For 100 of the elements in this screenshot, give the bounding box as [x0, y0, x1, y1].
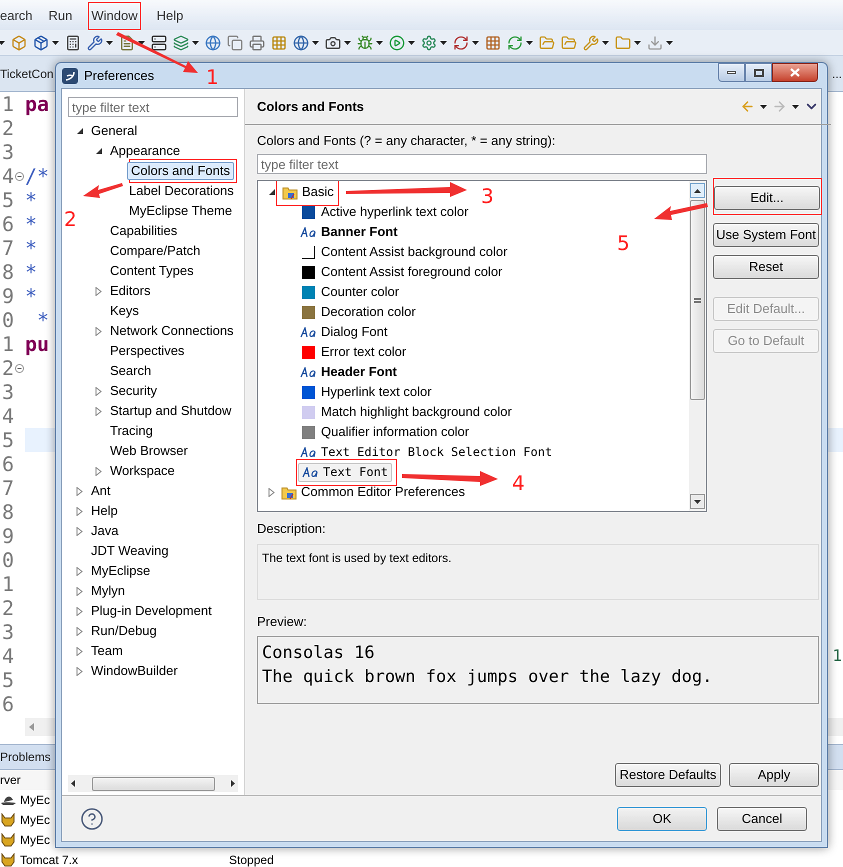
collapsed-arrow-icon[interactable]: [76, 626, 83, 636]
collapsed-arrow-icon[interactable]: [95, 406, 102, 416]
bug-icon[interactable]: [357, 34, 373, 50]
caret-icon[interactable]: [526, 40, 533, 44]
calculator-icon[interactable]: [65, 34, 81, 50]
tree-item[interactable]: Appearance: [110, 143, 180, 159]
collapsed-arrow-icon[interactable]: [76, 526, 83, 536]
collapsed-arrow-icon[interactable]: [76, 566, 83, 576]
tree-item[interactable]: Counter color: [300, 282, 400, 302]
dialog-button[interactable]: Use System Font: [713, 223, 819, 247]
tree-item[interactable]: Basic: [281, 182, 334, 202]
caret-icon[interactable]: [0, 40, 5, 44]
maximize-button[interactable]: [745, 63, 772, 82]
collapsed-arrow-icon[interactable]: [268, 488, 275, 496]
fold-icon[interactable]: [15, 172, 24, 180]
caret-icon[interactable]: [602, 40, 609, 44]
globe-icon[interactable]: [205, 34, 221, 50]
caret-icon[interactable]: [376, 40, 383, 44]
dialog-button[interactable]: Reset: [713, 255, 819, 279]
tree-item[interactable]: Perspectives: [110, 343, 184, 359]
tree-item[interactable]: Run/Debug: [91, 623, 157, 639]
tree-item[interactable]: Capabilities: [110, 223, 178, 239]
down-arrow-icon[interactable]: [694, 500, 701, 504]
tree-item[interactable]: Hyperlink text color: [300, 382, 432, 402]
caret-icon[interactable]: [52, 40, 59, 44]
tree-item[interactable]: MyEclipse: [91, 563, 150, 579]
expanded-arrow-icon[interactable]: [95, 147, 103, 155]
menu-item[interactable]: Run: [48, 6, 72, 26]
tree-item[interactable]: Java: [91, 523, 118, 539]
caret-icon[interactable]: [666, 40, 673, 44]
scroll-right-icon[interactable]: [231, 780, 235, 787]
printer-icon[interactable]: [249, 34, 265, 50]
tree-item[interactable]: Colors and Fonts: [127, 162, 234, 180]
collapsed-arrow-icon[interactable]: [95, 386, 102, 396]
caret-icon[interactable]: [792, 104, 799, 108]
caret-icon[interactable]: [760, 104, 767, 108]
collapsed-arrow-icon[interactable]: [95, 466, 102, 476]
expanded-arrow-icon[interactable]: [76, 127, 84, 135]
server-icon[interactable]: [151, 34, 167, 50]
tree-item[interactable]: Dialog Font: [300, 322, 388, 342]
package-icon[interactable]: [33, 34, 49, 50]
caret-icon[interactable]: [472, 40, 479, 44]
collapsed-arrow-icon[interactable]: [76, 506, 83, 516]
collapsed-arrow-icon[interactable]: [76, 586, 83, 596]
caret-icon[interactable]: [138, 40, 145, 44]
collapsed-arrow-icon[interactable]: [95, 286, 102, 296]
tree-item[interactable]: Text Editor Block Selection Font: [300, 442, 552, 462]
help-icon[interactable]: [80, 806, 104, 830]
tree-item[interactable]: Startup and Shutdow: [110, 403, 232, 419]
collapsed-arrow-icon[interactable]: [95, 326, 102, 336]
refresh-icon[interactable]: [453, 34, 469, 50]
tree-item[interactable]: Web Browser: [110, 443, 188, 459]
scroll-thumb[interactable]: [92, 776, 214, 790]
panel-tab[interactable]: Problems: [0, 748, 51, 766]
tree-item[interactable]: Network Connections: [110, 323, 234, 339]
vertical-scrollbar[interactable]: [689, 181, 706, 511]
tree-item[interactable]: Search: [110, 363, 152, 379]
up-arrow-icon[interactable]: [694, 188, 701, 192]
globe-icon[interactable]: [293, 34, 309, 50]
menu-item[interactable]: Help: [156, 6, 184, 26]
expanded-arrow-icon[interactable]: [268, 188, 276, 196]
close-icon[interactable]: [790, 68, 800, 77]
caret-icon[interactable]: [408, 40, 415, 44]
camera-icon[interactable]: [325, 34, 341, 50]
scroll-left-icon[interactable]: [71, 780, 75, 787]
tree-item[interactable]: Header Font: [300, 362, 397, 382]
document-icon[interactable]: [119, 34, 135, 50]
tree-item[interactable]: WindowBuilder: [91, 663, 178, 679]
tree-item[interactable]: MyEclipse Theme: [129, 203, 232, 219]
collapsed-arrow-icon[interactable]: [76, 646, 83, 656]
dialog-button[interactable]: Apply: [729, 763, 819, 787]
tree-item[interactable]: Ant: [91, 483, 111, 499]
filter-field[interactable]: type filter text: [257, 154, 707, 174]
tree-item[interactable]: Compare/Patch: [110, 243, 200, 259]
minimize-button[interactable]: [718, 63, 745, 82]
tree-item[interactable]: General: [91, 123, 138, 139]
caret-icon[interactable]: [106, 40, 113, 44]
editor-tab[interactable]: TicketCon: [0, 64, 55, 82]
tree-item[interactable]: Workspace: [110, 463, 175, 479]
copy-icon[interactable]: [227, 34, 243, 50]
tree-item[interactable]: Mylyn: [91, 583, 125, 599]
grid-icon[interactable]: [271, 34, 287, 50]
tree-item[interactable]: Content Types: [110, 263, 194, 279]
layers-icon[interactable]: [173, 34, 189, 50]
tree-item[interactable]: Help: [91, 503, 118, 519]
tree-item[interactable]: Editors: [110, 283, 150, 299]
tree-item[interactable]: Tracing: [110, 423, 153, 439]
wrench-icon[interactable]: [87, 34, 103, 50]
caret-icon[interactable]: [440, 40, 447, 44]
dialog-button[interactable]: Cancel: [717, 806, 807, 830]
caret-icon[interactable]: [344, 40, 351, 44]
tree-item[interactable]: Label Decorations: [129, 183, 234, 199]
caret-icon[interactable]: [312, 40, 319, 44]
tree-item[interactable]: Security: [110, 383, 157, 399]
tree-item[interactable]: Banner Font: [300, 222, 398, 242]
scroll-down-button[interactable]: [690, 494, 705, 509]
tree-item[interactable]: Decoration color: [300, 302, 416, 322]
tree-item[interactable]: Text Font: [298, 462, 392, 482]
tree-item[interactable]: Error text color: [300, 342, 406, 362]
cube-icon[interactable]: [11, 34, 27, 50]
